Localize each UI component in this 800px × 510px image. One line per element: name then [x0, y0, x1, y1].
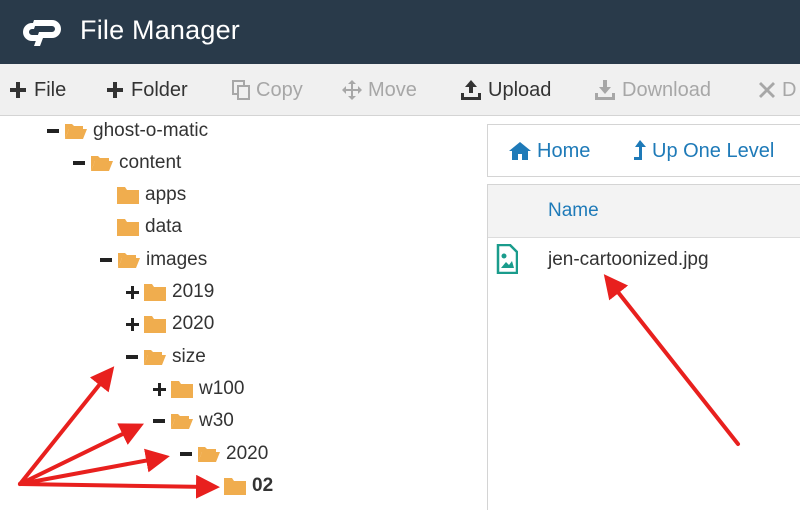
folder-icon — [171, 381, 193, 398]
tree-node-2019[interactable]: 2019 — [125, 278, 214, 306]
folder-open-icon — [65, 124, 87, 139]
level-up-icon — [634, 140, 646, 160]
plus-icon — [107, 82, 123, 98]
move-icon — [342, 80, 362, 100]
copy-label: Copy — [256, 78, 303, 101]
delete-button[interactable]: D — [758, 76, 796, 104]
expand-icon[interactable] — [152, 382, 166, 396]
tree-node-label: 2020 — [226, 443, 269, 464]
folder-icon — [144, 284, 166, 301]
new-file-button[interactable]: File — [8, 76, 66, 104]
collapse-icon[interactable] — [46, 124, 60, 138]
tree-node-size[interactable]: size — [125, 343, 206, 371]
tree-node-label: w30 — [199, 410, 234, 431]
tree-node-label: 2019 — [172, 281, 215, 302]
tree-node-2020[interactable]: 2020 — [125, 310, 214, 338]
expand-icon[interactable] — [125, 317, 139, 331]
tree-node-data[interactable]: data — [117, 213, 182, 241]
upload-button[interactable]: Upload — [460, 76, 551, 104]
app-title: File Manager — [80, 15, 240, 45]
folder-open-icon — [91, 156, 113, 171]
home-icon — [509, 142, 531, 160]
tree-node-02[interactable]: 02 — [224, 472, 273, 500]
image-file-icon — [496, 244, 518, 274]
cpanel-logo-icon[interactable] — [20, 14, 66, 50]
upload-icon — [461, 80, 481, 100]
upload-label: Upload — [488, 78, 552, 101]
collapse-icon[interactable] — [152, 414, 166, 428]
new-folder-label: Folder — [131, 78, 188, 101]
file-list: Name jen-cartoonized.jpg — [487, 184, 800, 510]
move-button[interactable]: Move — [342, 76, 417, 104]
download-icon — [595, 80, 615, 100]
tree-node-ghost-o-matic[interactable]: ghost-o-matic — [46, 117, 208, 145]
tree-node-w30[interactable]: w30 — [152, 407, 234, 435]
folder-icon — [224, 478, 246, 495]
tree-node-2020-sub[interactable]: 2020 — [179, 440, 268, 468]
tree-node-content[interactable]: content — [72, 149, 181, 177]
delete-label: D — [782, 78, 797, 101]
new-file-label: File — [34, 78, 67, 101]
move-label: Move — [368, 78, 417, 101]
collapse-icon[interactable] — [99, 253, 113, 267]
file-row[interactable]: jen-cartoonized.jpg — [488, 239, 800, 283]
copy-icon — [232, 80, 250, 100]
collapse-icon[interactable] — [72, 156, 86, 170]
app-header: File Manager — [0, 0, 800, 64]
up-one-level-label: Up One Level — [652, 139, 775, 162]
tree-node-label: images — [146, 249, 208, 270]
plus-icon — [10, 82, 26, 98]
folder-open-icon — [118, 253, 140, 268]
folder-tree: ghost-o-matic content apps data images 2… — [0, 117, 487, 510]
copy-button[interactable]: Copy — [232, 76, 303, 104]
tree-node-label: data — [145, 216, 182, 237]
collapse-icon[interactable] — [179, 447, 193, 461]
tree-node-label: apps — [145, 184, 187, 205]
tree-node-w100[interactable]: w100 — [152, 375, 244, 403]
collapse-icon[interactable] — [125, 350, 139, 364]
up-one-level-button[interactable]: Up One Level — [633, 138, 774, 164]
home-label: Home — [537, 139, 591, 162]
file-name: jen-cartoonized.jpg — [548, 249, 709, 270]
navigation-bar: Home Up One Level — [487, 124, 800, 177]
folder-icon — [117, 187, 139, 204]
tree-node-label: size — [172, 346, 206, 367]
expand-icon[interactable] — [125, 285, 139, 299]
toolbar: File Folder Copy Move Upload Download D — [0, 64, 800, 116]
close-icon — [759, 82, 775, 98]
tree-node-images[interactable]: images — [99, 246, 207, 274]
tree-node-apps[interactable]: apps — [117, 181, 186, 209]
download-label: Download — [622, 78, 711, 101]
folder-icon — [117, 219, 139, 236]
folder-icon — [144, 316, 166, 333]
folder-open-icon — [144, 350, 166, 365]
folder-open-icon — [171, 414, 193, 429]
home-button[interactable]: Home — [508, 138, 590, 164]
tree-node-label: w100 — [199, 378, 245, 399]
new-folder-button[interactable]: Folder — [105, 76, 188, 104]
name-column-header[interactable]: Name — [548, 200, 599, 222]
folder-open-icon — [198, 447, 220, 462]
tree-node-label: 2020 — [172, 313, 215, 334]
tree-node-label: 02 — [252, 475, 274, 496]
download-button[interactable]: Download — [594, 76, 711, 104]
file-list-header: Name — [488, 185, 800, 238]
tree-node-label: ghost-o-matic — [93, 120, 209, 141]
tree-node-label: content — [119, 152, 182, 173]
